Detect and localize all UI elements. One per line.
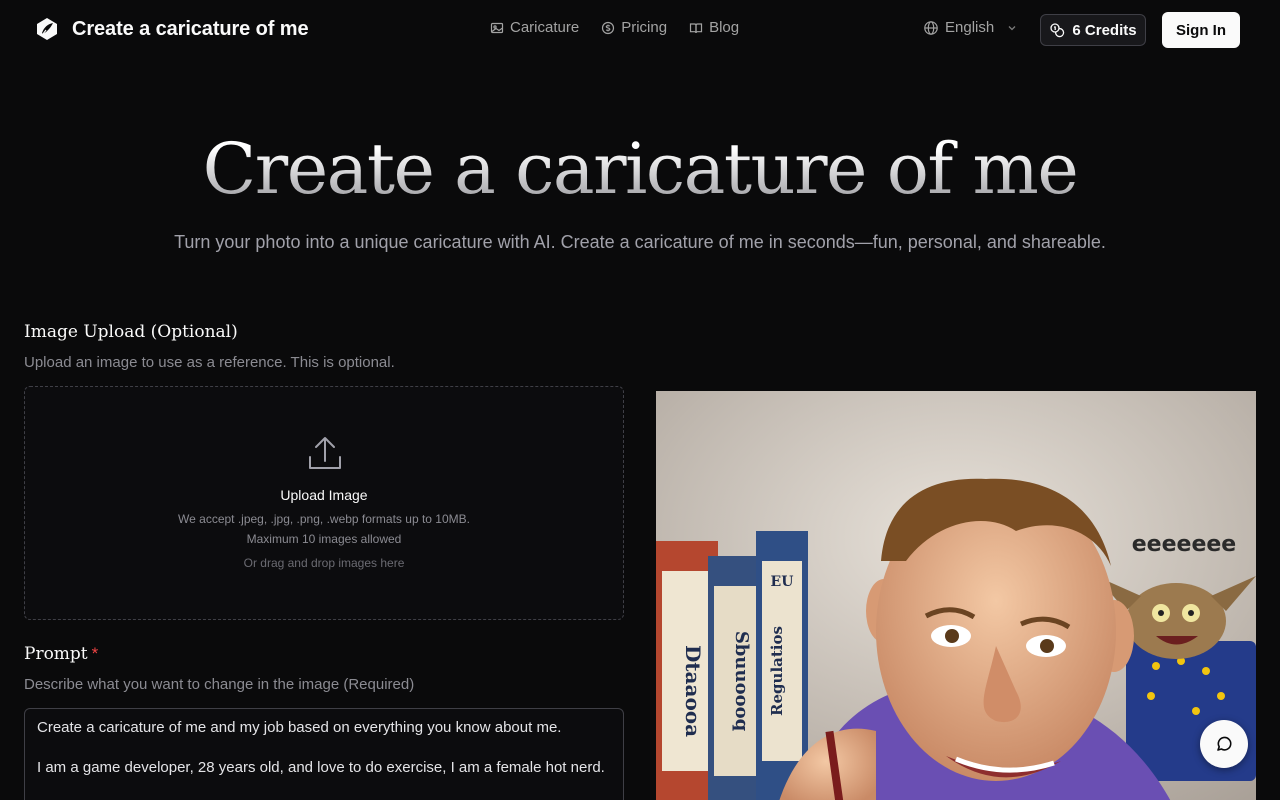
nav-blog[interactable]: Blog bbox=[689, 19, 739, 36]
brand-link[interactable]: Create a caricature of me bbox=[34, 16, 309, 42]
hero-title: Create a caricature of me bbox=[0, 128, 1280, 210]
upload-icon bbox=[309, 437, 341, 469]
upload-section-title: Image Upload (Optional) bbox=[24, 322, 238, 342]
nav-caricature[interactable]: Caricature bbox=[490, 19, 579, 36]
required-mark: * bbox=[91, 644, 99, 663]
hero-subtitle: Turn your photo into a unique caricature… bbox=[174, 232, 1106, 252]
prompt-section-title: Prompt * bbox=[24, 644, 98, 664]
chat-button[interactable] bbox=[1200, 720, 1248, 768]
upload-drag-text: Or drag and drop images here bbox=[243, 556, 405, 570]
nav-pricing[interactable]: Pricing bbox=[601, 19, 667, 36]
top-header: Create a caricature of me Caricature Pri… bbox=[0, 0, 1280, 60]
coin-icon bbox=[602, 21, 615, 34]
upload-title: Upload Image bbox=[280, 487, 368, 503]
example-caricature-image: Dtaaooa Sbuuoooq EU Regulatios eeeeeee bbox=[656, 391, 1256, 800]
speech-text: eeeeeee bbox=[1132, 532, 1236, 557]
language-label: English bbox=[945, 19, 995, 36]
sign-in-button[interactable]: Sign In bbox=[1162, 12, 1240, 48]
book-label-1: Dtaaooa bbox=[681, 645, 705, 737]
brand-title: Create a caricature of me bbox=[72, 17, 309, 40]
credits-button[interactable]: 6 Credits bbox=[1040, 14, 1146, 46]
upload-section-description: Upload an image to use as a reference. T… bbox=[24, 354, 395, 371]
book-label-2: Sbuuoooq bbox=[731, 631, 752, 732]
book-label-4: Regulatios bbox=[768, 626, 786, 716]
image-icon bbox=[490, 22, 504, 33]
nav-pricing-label: Pricing bbox=[621, 19, 668, 36]
credits-label: 6 Credits bbox=[1072, 21, 1137, 39]
coins-icon bbox=[1050, 23, 1065, 38]
globe-icon bbox=[924, 20, 938, 35]
language-select[interactable]: English bbox=[923, 19, 1018, 36]
book-label-3: EU bbox=[771, 574, 794, 590]
prompt-textarea[interactable]: Create a caricature of me and my job bas… bbox=[24, 708, 624, 800]
prompt-line-1: Create a caricature of me and my job bas… bbox=[37, 719, 562, 736]
books: Dtaaooa Sbuuoooq EU Regulatios bbox=[656, 531, 808, 800]
logo-icon bbox=[37, 18, 57, 40]
main-nav: Caricature Pricing Blog bbox=[490, 19, 739, 36]
upload-max-text: Maximum 10 images allowed bbox=[246, 532, 402, 546]
upload-formats-text: We accept .jpeg, .jpg, .png, .webp forma… bbox=[178, 512, 470, 526]
chevron-down-icon bbox=[1008, 25, 1016, 30]
caricature-illustration: Dtaaooa Sbuuoooq EU Regulatios eeeeeee bbox=[656, 391, 1256, 800]
nav-caricature-label: Caricature bbox=[510, 19, 580, 36]
prompt-title-label: Prompt bbox=[24, 644, 88, 664]
upload-dropzone[interactable]: Upload Image We accept .jpeg, .jpg, .png… bbox=[24, 386, 624, 620]
nav-blog-label: Blog bbox=[709, 19, 740, 36]
book-icon bbox=[689, 22, 703, 33]
chat-bubble-icon bbox=[1217, 736, 1232, 751]
prompt-section-description: Describe what you want to change in the … bbox=[24, 676, 415, 693]
prompt-line-2: I am a game developer, 28 years old, and… bbox=[37, 759, 605, 776]
